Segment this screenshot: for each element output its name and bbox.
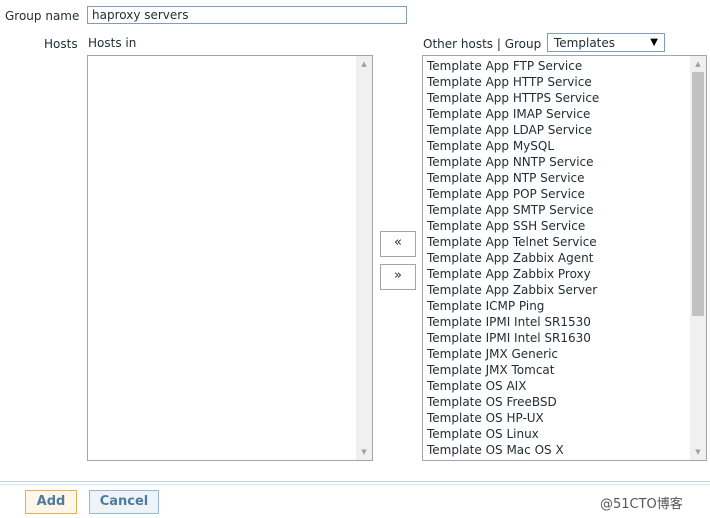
list-item[interactable]: Template JMX Generic [423, 346, 706, 362]
list-item[interactable]: Template App FTP Service [423, 58, 706, 74]
list-item[interactable]: Template OS AIX [423, 378, 706, 394]
list-item[interactable]: Template OS Linux [423, 426, 706, 442]
watermark: @51CTO博客 [600, 497, 683, 512]
list-item[interactable]: Template App IMAP Service [423, 106, 706, 122]
divider [0, 481, 710, 482]
list-item[interactable]: Template App HTTP Service [423, 74, 706, 90]
hosts-in-scrollbar[interactable]: ▲ ▼ [356, 56, 372, 460]
other-hosts-listbox[interactable]: Template App FTP Service Template App HTT… [422, 55, 707, 461]
hosts-in-label: Hosts in [88, 36, 137, 50]
list-item[interactable]: Template App POP Service [423, 186, 706, 202]
scroll-up-icon[interactable]: ▲ [690, 56, 706, 72]
list-item[interactable]: Template OS HP-UX [423, 410, 706, 426]
scroll-down-icon[interactable]: ▼ [356, 444, 372, 460]
scroll-thumb[interactable] [692, 72, 704, 316]
group-select-value: Templates [554, 36, 616, 50]
list-item[interactable]: Template IPMI Intel SR1530 [423, 314, 706, 330]
list-item[interactable]: Template App Telnet Service [423, 234, 706, 250]
list-item[interactable]: Template JMX Tomcat [423, 362, 706, 378]
move-right-button[interactable]: » [380, 264, 416, 290]
list-item[interactable]: Template App HTTPS Service [423, 90, 706, 106]
other-hosts-scrollbar[interactable]: ▲ ▼ [690, 56, 706, 460]
list-item[interactable]: Template IPMI Intel SR1630 [423, 330, 706, 346]
list-item[interactable]: Template App NNTP Service [423, 154, 706, 170]
list-item[interactable]: Template App LDAP Service [423, 122, 706, 138]
list-item[interactable]: Template App Zabbix Agent [423, 250, 706, 266]
hosts-label: Hosts [44, 37, 78, 51]
list-item[interactable]: Template App Zabbix Server [423, 282, 706, 298]
group-name-input[interactable]: haproxy servers [87, 6, 407, 24]
list-item[interactable]: Template App NTP Service [423, 170, 706, 186]
other-hosts-group-label: Other hosts | Group [423, 37, 542, 51]
list-item[interactable]: Template ICMP Ping [423, 298, 706, 314]
hosts-in-listbox[interactable]: ▲ ▼ [87, 55, 373, 461]
group-select[interactable]: Templates ▼ [547, 33, 665, 52]
list-item[interactable]: Template App SMTP Service [423, 202, 706, 218]
list-item[interactable]: Template App Zabbix Proxy [423, 266, 706, 282]
scroll-up-icon[interactable]: ▲ [356, 56, 372, 72]
list-item[interactable]: Template OS Mac OS X [423, 442, 706, 458]
group-name-label: Group name [5, 9, 80, 23]
add-button[interactable]: Add [25, 490, 77, 514]
list-item[interactable]: Template App MySQL [423, 138, 706, 154]
move-left-button[interactable]: « [380, 231, 416, 257]
chevron-down-icon: ▼ [650, 37, 658, 48]
scroll-down-icon[interactable]: ▼ [690, 444, 706, 460]
divider-secondary [0, 484, 710, 485]
list-item[interactable]: Template OS FreeBSD [423, 394, 706, 410]
list-item[interactable]: Template App SSH Service [423, 218, 706, 234]
cancel-button[interactable]: Cancel [89, 490, 159, 514]
